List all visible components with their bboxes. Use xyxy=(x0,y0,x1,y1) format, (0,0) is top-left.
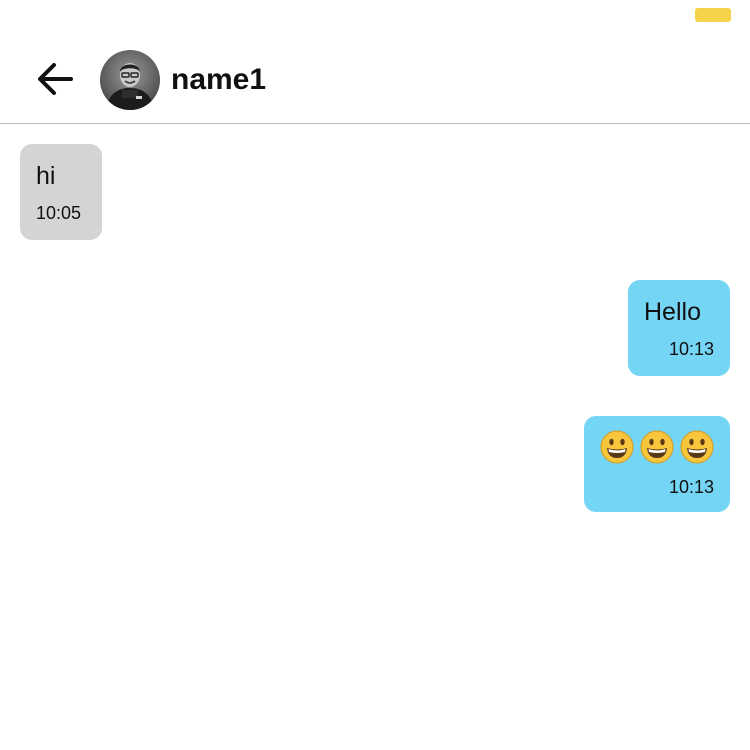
grinning-face-icon xyxy=(680,430,714,464)
message-time: 10:05 xyxy=(36,203,82,223)
message-text: hi xyxy=(36,162,56,190)
grinning-face-icon xyxy=(640,430,674,464)
message-bubble-outgoing[interactable]: 10:13 xyxy=(584,416,730,512)
message-time: 10:13 xyxy=(668,339,714,359)
chat-header: name1 xyxy=(0,0,750,124)
message-text xyxy=(600,430,714,466)
message-list[interactable]: hi 10:05 Hello 10:13 10:13 xyxy=(0,125,750,750)
chat-screen: name1 hi 10:05 Hello 10:13 10:13 xyxy=(0,0,750,750)
grinning-face-icon xyxy=(600,430,634,464)
message-bubble-incoming[interactable]: hi 10:05 xyxy=(20,144,102,240)
message-time: 10:13 xyxy=(668,477,714,497)
message-bubble-outgoing[interactable]: Hello 10:13 xyxy=(628,280,730,376)
contact-avatar xyxy=(100,50,160,110)
back-button[interactable] xyxy=(30,56,80,102)
avatar[interactable] xyxy=(100,50,160,110)
arrow-left-icon xyxy=(38,63,73,95)
message-text: Hello xyxy=(644,298,701,326)
contact-name[interactable]: name1 xyxy=(171,60,266,100)
